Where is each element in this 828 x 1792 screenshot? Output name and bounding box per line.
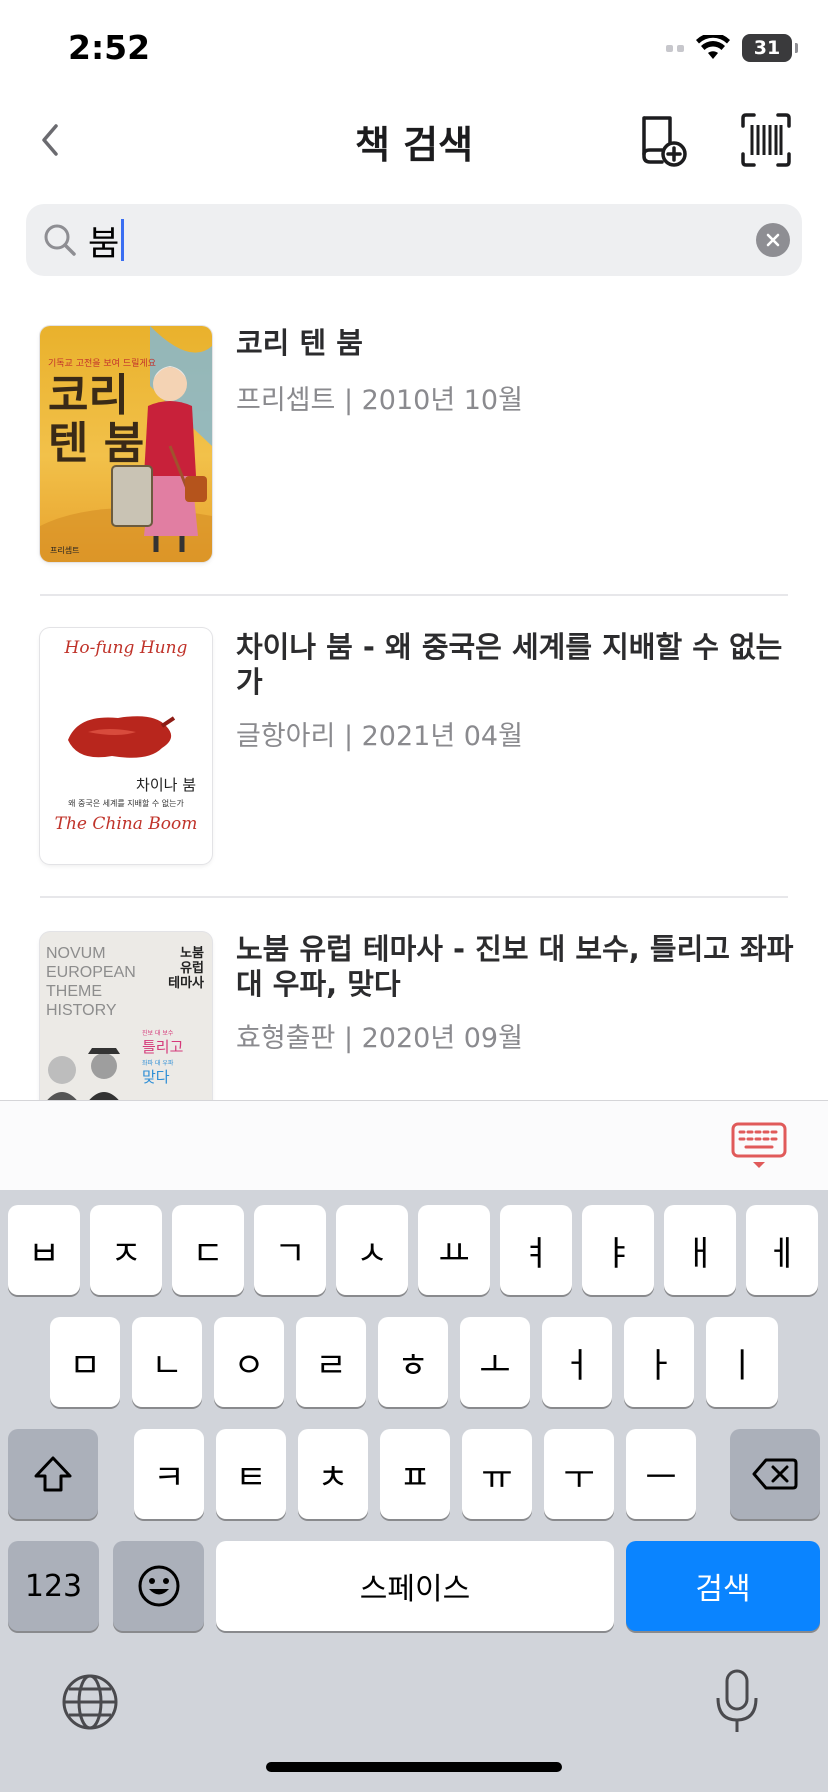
key[interactable]: ㅋ bbox=[134, 1429, 204, 1519]
status-time: 2:52 bbox=[68, 28, 151, 67]
barcode-scan-button[interactable] bbox=[740, 110, 792, 170]
keyboard-toolbar bbox=[0, 1100, 828, 1190]
microphone-icon bbox=[716, 1669, 758, 1732]
search-results-list: 기독교 고전을 보여 드릴게요 코리 텐 붐 프리셉트 코리 텐 붐 프리셉트 … bbox=[0, 300, 828, 1100]
cover-ko-title-text: 노붐 유럽 테마사 bbox=[168, 946, 204, 991]
shift-key[interactable] bbox=[8, 1429, 98, 1519]
backspace-icon bbox=[752, 1458, 798, 1490]
key[interactable]: ㅔ bbox=[746, 1205, 818, 1295]
hide-keyboard-button[interactable] bbox=[730, 1121, 788, 1171]
key[interactable]: ㄱ bbox=[254, 1205, 326, 1295]
search-query: 붐 bbox=[88, 223, 120, 264]
key[interactable]: ㅕ bbox=[500, 1205, 572, 1295]
cover-en-title-text: NOVUM EUROPEAN THEME HISTORY bbox=[46, 945, 136, 1019]
add-book-icon bbox=[642, 116, 687, 167]
key[interactable]: ㅣ bbox=[706, 1317, 778, 1407]
key[interactable]: ㅛ bbox=[418, 1205, 490, 1295]
book-publisher-date: 프리셉트 | 2010년 10월 bbox=[236, 385, 523, 416]
cover-author-text: Ho-fung Hung bbox=[64, 638, 188, 658]
shift-icon bbox=[34, 1456, 72, 1492]
wifi-icon bbox=[696, 35, 730, 59]
cover-big-text: 틀리고 bbox=[142, 1038, 184, 1056]
cover-big-text: 맞다 bbox=[142, 1068, 170, 1086]
search-key[interactable]: 검색 bbox=[626, 1541, 820, 1631]
book-cover: 기독교 고전을 보여 드릴게요 코리 텐 붐 프리셉트 bbox=[40, 326, 212, 562]
battery-indicator: 31 bbox=[742, 34, 798, 62]
book-cover: NOVUM EUROPEAN THEME HISTORY 노붐 유럽 테마사 진… bbox=[40, 932, 212, 1100]
emoji-icon bbox=[138, 1565, 179, 1607]
globe-icon bbox=[62, 1674, 118, 1730]
cover-header-text: 기독교 고전을 보여 드릴게요 bbox=[48, 359, 156, 369]
space-key[interactable]: 스페이스 bbox=[216, 1541, 614, 1631]
keyboard: ㅂ ㅈ ㄷ ㄱ ㅅ ㅛ ㅕ ㅑ ㅐ ㅔ ㅁ ㄴ ㅇ ㄹ ㅎ ㅗ ㅓ ㅏ ㅣ ㅋ … bbox=[0, 1190, 828, 1792]
key[interactable]: ㅇ bbox=[214, 1317, 284, 1407]
book-publisher-date: 효형출판 | 2020년 09월 bbox=[236, 1023, 523, 1054]
numbers-key[interactable]: 123 bbox=[8, 1541, 99, 1631]
add-book-button[interactable] bbox=[636, 110, 688, 170]
book-result-item[interactable]: Ho-fung Hung 차이나 붐 왜 중국은 세계를 지배할 수 없는가 T… bbox=[0, 596, 828, 898]
key[interactable]: ㄷ bbox=[172, 1205, 244, 1295]
search-bar[interactable]: 붐 bbox=[26, 204, 802, 276]
key[interactable]: ㅐ bbox=[664, 1205, 736, 1295]
book-result-item[interactable]: NOVUM EUROPEAN THEME HISTORY 노붐 유럽 테마사 진… bbox=[0, 898, 828, 1100]
key[interactable]: ㅡ bbox=[626, 1429, 696, 1519]
key[interactable]: ㅏ bbox=[624, 1317, 694, 1407]
key[interactable]: ㅌ bbox=[216, 1429, 286, 1519]
key[interactable]: ㅁ bbox=[50, 1317, 120, 1407]
cover-subtitle-text: 왜 중국은 세계를 지배할 수 없는가 bbox=[68, 799, 184, 808]
cover-en-title-text: The China Boom bbox=[54, 814, 198, 834]
search-input[interactable]: 붐 bbox=[88, 204, 125, 276]
keyboard-hide-icon bbox=[731, 1122, 787, 1168]
clear-search-button[interactable] bbox=[756, 223, 790, 257]
page-title: 책 검색 bbox=[354, 123, 474, 167]
key[interactable]: ㅅ bbox=[336, 1205, 408, 1295]
key[interactable]: ㅎ bbox=[378, 1317, 448, 1407]
clear-icon bbox=[766, 233, 780, 247]
portrait-illustration bbox=[47, 1048, 120, 1100]
key[interactable]: ㅈ bbox=[90, 1205, 162, 1295]
status-icons: 31 bbox=[666, 34, 798, 62]
book-result-item[interactable]: 기독교 고전을 보여 드릴게요 코리 텐 붐 프리셉트 코리 텐 붐 프리셉트 … bbox=[0, 300, 828, 596]
key[interactable]: ㅍ bbox=[380, 1429, 450, 1519]
microphone-button[interactable] bbox=[712, 1668, 762, 1736]
backspace-key[interactable] bbox=[730, 1429, 820, 1519]
book-title: 코리 텐 붐 bbox=[236, 326, 363, 360]
key[interactable]: ㅜ bbox=[544, 1429, 614, 1519]
text-caret bbox=[121, 219, 125, 261]
cellular-signal-icon bbox=[666, 44, 684, 52]
cover-ko-title-text: 차이나 붐 bbox=[136, 776, 196, 794]
key[interactable]: ㅠ bbox=[462, 1429, 532, 1519]
navigation-bar: 책 검색 bbox=[0, 100, 828, 180]
book-cover: Ho-fung Hung 차이나 붐 왜 중국은 세계를 지배할 수 없는가 T… bbox=[40, 628, 212, 864]
key[interactable]: ㅑ bbox=[582, 1205, 654, 1295]
search-icon bbox=[44, 224, 76, 256]
book-publisher-date: 글항아리 | 2021년 04월 bbox=[236, 721, 523, 752]
book-title: 차이나 붐 - 왜 중국은 세계를 지배할 수 없는가 bbox=[236, 630, 783, 699]
key[interactable]: ㅗ bbox=[460, 1317, 530, 1407]
key[interactable]: ㄹ bbox=[296, 1317, 366, 1407]
key[interactable]: ㅂ bbox=[8, 1205, 80, 1295]
key[interactable]: ㅓ bbox=[542, 1317, 612, 1407]
status-bar: 2:52 31 bbox=[0, 0, 828, 100]
book-title: 노붐 유럽 테마사 - 진보 대 보수, 틀리고 좌파 대 우파, 맞다 bbox=[236, 932, 794, 1001]
barcode-scan-icon bbox=[741, 113, 791, 167]
key[interactable]: ㅊ bbox=[298, 1429, 368, 1519]
key[interactable]: ㄴ bbox=[132, 1317, 202, 1407]
home-indicator bbox=[266, 1762, 562, 1772]
globe-button[interactable] bbox=[60, 1672, 120, 1732]
balloon-illustration bbox=[68, 716, 176, 758]
emoji-key[interactable] bbox=[113, 1541, 204, 1631]
cover-title-text: 코리 텐 붐 bbox=[48, 370, 145, 469]
cover-publisher-text: 프리셉트 bbox=[50, 546, 80, 555]
